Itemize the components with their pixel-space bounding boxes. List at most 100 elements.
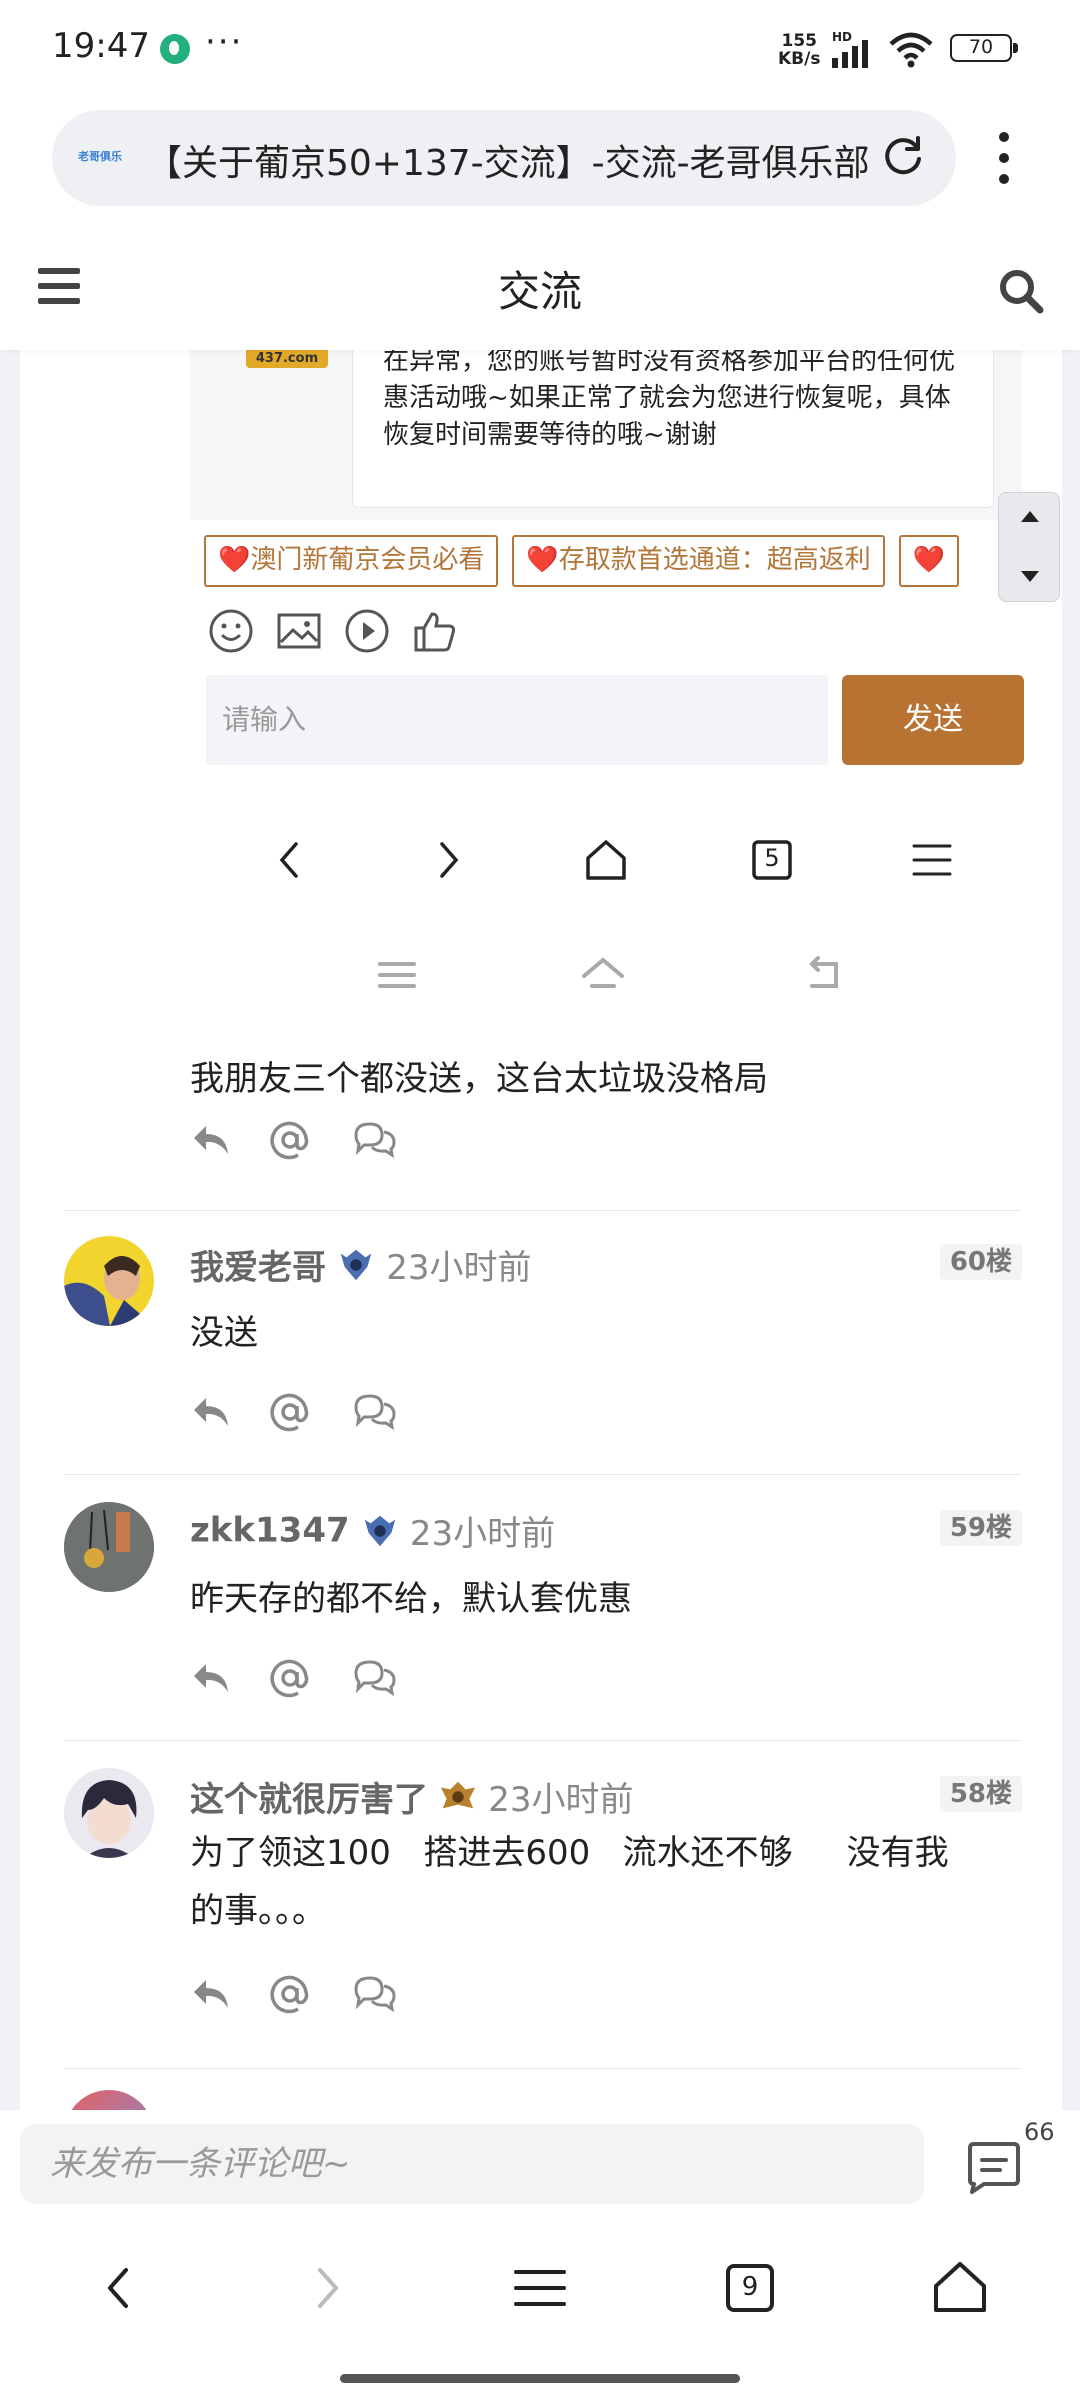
status-bar: 19:47 ··· 155 KB/s HD 70 <box>0 0 1080 100</box>
username[interactable]: zkk1347 <box>190 1511 350 1551</box>
browser-menu-button[interactable] <box>984 126 1024 190</box>
comment-time: 23小时前 <box>409 1514 556 1554</box>
promo-tag[interactable]: ❤️澳门新葡京会员必看 <box>204 535 499 587</box>
search-icon[interactable] <box>996 266 1046 316</box>
mention-at-icon[interactable] <box>270 1974 310 2014</box>
emoji-icon[interactable] <box>208 608 254 654</box>
like-thumb-icon[interactable] <box>412 608 458 654</box>
send-button[interactable]: 发送 <box>842 675 1024 765</box>
chat-bubble-icon[interactable] <box>352 1120 398 1158</box>
avatar-image <box>64 1502 154 1592</box>
video-play-icon[interactable] <box>344 608 390 654</box>
avatar[interactable] <box>64 2090 154 2110</box>
user-rank-badge-icon <box>440 1781 476 1808</box>
gesture-home-indicator[interactable] <box>340 2374 740 2383</box>
network-speed: 155 KB/s <box>778 32 820 68</box>
system-home-icon[interactable] <box>578 950 628 1000</box>
page-header: 交流 <box>0 226 1080 350</box>
status-time: 19:47 <box>52 26 150 66</box>
floor-badge: 59楼 <box>939 1510 1022 1546</box>
promo-tag[interactable]: ❤️ <box>898 535 960 587</box>
promo-tag-label: 存取款首选通道：超高返利 <box>558 545 871 575</box>
browser-navigation-bar: 9 <box>0 2210 1080 2370</box>
mention-at-icon[interactable] <box>270 1120 310 1160</box>
reply-arrow-icon[interactable] <box>190 1658 232 1696</box>
more-notifications-icon: ··· <box>205 22 244 62</box>
menu-lines-icon[interactable] <box>902 830 962 890</box>
site-favicon: 老哥俱乐 <box>78 150 122 163</box>
image-icon[interactable] <box>276 608 322 654</box>
divider <box>64 2068 1020 2069</box>
divider <box>64 1474 1020 1475</box>
menu-lines-icon[interactable] <box>508 2256 572 2320</box>
forward-arrow-icon[interactable] <box>296 2256 360 2320</box>
comment-input[interactable]: 来发布一条评论吧~ <box>20 2124 924 2204</box>
tab-count: 5 <box>764 844 780 872</box>
heart-icon: ❤️ <box>912 545 946 575</box>
avatar[interactable] <box>64 1236 154 1326</box>
promo-tag[interactable]: ❤️存取款首选通道：超高返利 <box>512 535 885 587</box>
comment-icon[interactable] <box>964 2140 1024 2196</box>
comment-user-line: zkk1347 23小时前 <box>190 1506 555 1555</box>
embedded-system-nav <box>20 950 1062 1030</box>
comment-text-line: 的事。。。 <box>190 1891 326 1931</box>
comment-text-line: 为了领这100 搭进去600 流水还不够 没有我 <box>190 1833 949 1873</box>
back-arrow-icon[interactable] <box>86 2256 150 2320</box>
comment-text: 我朋友三个都没送，这台太垃圾没格局 <box>190 1059 768 1099</box>
signal-icon <box>832 40 868 68</box>
site-logo-badge: 437.com <box>246 350 328 368</box>
system-back-icon[interactable] <box>800 950 850 1000</box>
address-bar[interactable]: 老哥俱乐 【关于葡京50+137-交流】-交流-老哥俱乐部 <box>52 110 956 206</box>
chat-bubble-icon[interactable] <box>352 1974 398 2012</box>
divider <box>64 1740 1020 1741</box>
embedded-browser-nav: 5 <box>20 830 1062 950</box>
chat-bubble-icon[interactable] <box>352 1392 398 1430</box>
divider <box>64 1210 1020 1211</box>
avatar[interactable] <box>64 1502 154 1592</box>
user-rank-badge-icon <box>364 1515 395 1546</box>
avatar-image <box>64 1768 154 1858</box>
quoted-reply-text: 在异常，您的账号暂时没有资格参加平台的任何优惠活动哦~如果正常了就会为您进行恢复… <box>352 350 994 508</box>
mention-at-icon[interactable] <box>270 1658 310 1698</box>
comment-text: 为了领这100 搭进去600 流水还不够 没有我 的事。。。 <box>190 1824 1010 1940</box>
home-icon[interactable] <box>928 2256 992 2320</box>
network-speed-unit: KB/s <box>778 49 821 69</box>
reload-icon[interactable] <box>878 132 928 182</box>
battery-indicator: 70 <box>950 34 1018 62</box>
avatar[interactable] <box>64 1768 154 1858</box>
comment-count: 66 <box>1024 2118 1055 2146</box>
reply-arrow-icon[interactable] <box>190 1974 232 2012</box>
comment-user-line: 这个就很厉害了 23小时前 <box>190 1772 633 1820</box>
comment-text: 昨天存的都不给，默认套优惠 <box>190 1579 632 1619</box>
scroll-up-arrow-icon[interactable] <box>1021 511 1039 522</box>
page-title: 交流 <box>497 267 582 316</box>
back-arrow-icon[interactable] <box>260 830 320 890</box>
user-rank-badge-icon <box>340 1249 372 1280</box>
username[interactable]: 这个就很厉害了 <box>190 1780 428 1820</box>
mention-at-icon[interactable] <box>270 1392 310 1432</box>
network-speed-value: 155 <box>781 31 817 51</box>
scroll-down-arrow-icon[interactable] <box>1021 571 1039 582</box>
tabs-button[interactable]: 9 <box>718 2256 782 2320</box>
chat-bubble-icon[interactable] <box>352 1658 398 1696</box>
tabs-button[interactable]: 5 <box>742 830 802 890</box>
reply-input[interactable]: 请输入 <box>206 675 828 765</box>
scroll-to-top-handle[interactable] <box>998 492 1060 602</box>
promo-tag-label: 澳门新葡京会员必看 <box>250 545 485 575</box>
forward-arrow-icon[interactable] <box>418 830 478 890</box>
page-title-text[interactable]: 【关于葡京50+137-交流】-交流-老哥俱乐部 <box>146 134 886 186</box>
heart-icon: ❤️ <box>218 545 251 575</box>
comment-user-line: 我爱老哥 23小时前 <box>190 1240 531 1288</box>
username[interactable]: 我爱老哥 <box>190 1248 326 1288</box>
promo-tag-row: ❤️澳门新葡京会员必看 ❤️存取款首选通道：超高返利 ❤️ <box>204 535 1062 587</box>
reply-arrow-icon[interactable] <box>190 1120 232 1158</box>
avatar-image <box>64 1256 154 1326</box>
recents-icon[interactable] <box>372 950 422 1000</box>
home-icon[interactable] <box>576 830 636 890</box>
reply-arrow-icon[interactable] <box>190 1392 232 1430</box>
comment-time: 23小时前 <box>386 1248 532 1288</box>
heart-icon: ❤️ <box>526 545 559 575</box>
comment-time: 23小时前 <box>488 1780 634 1820</box>
tab-count: 9 <box>741 2272 759 2302</box>
wifi-icon <box>889 32 933 68</box>
